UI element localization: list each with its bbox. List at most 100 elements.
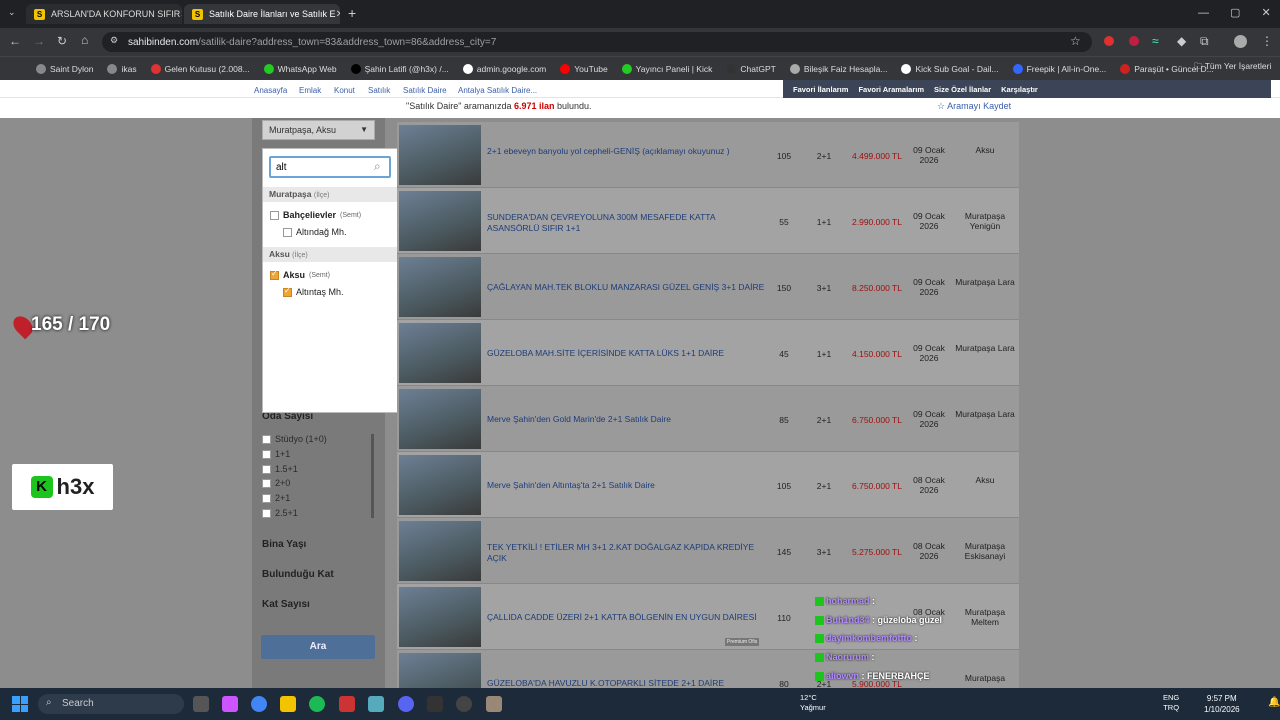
listing-thumbnail[interactable] (399, 455, 481, 515)
room-option[interactable]: 2+0 (262, 478, 290, 488)
listing-thumbnail[interactable] (399, 521, 481, 581)
listing-thumbnail[interactable] (399, 257, 481, 317)
breadcrumb-item[interactable]: Konut (334, 86, 355, 95)
bookmark-item[interactable]: Yayıncı Paneli | Kick (621, 63, 712, 74)
listing-row[interactable]: Merve Şahin'den Gold Marin'de 2+1 Satılı… (397, 386, 1019, 452)
room-option[interactable]: 1.5+1 (262, 464, 298, 474)
bookmark-item[interactable]: ChatGPT (726, 63, 776, 74)
weather-widget[interactable]: 12°C Yağmur (800, 693, 826, 713)
listing-row[interactable]: TEK YETKİLİ ! ETİLER MH 3+1 2.KAT DOĞALG… (397, 518, 1019, 584)
all-bookmarks[interactable]: 🗀 Tüm Yer İşaretleri (1194, 61, 1271, 75)
listing-title[interactable]: TEK YETKİLİ ! ETİLER MH 3+1 2.KAT DOĞALG… (487, 542, 767, 564)
bookmark-item[interactable]: YouTube (560, 63, 608, 74)
listing-row[interactable]: GÜZELOBA MAH.SİTE İÇERİSİNDE KATTA LÜKS … (397, 320, 1019, 386)
district-option[interactable]: Bahçelievler (Semt) (270, 210, 361, 220)
discord-icon[interactable] (398, 696, 414, 712)
chrome-icon[interactable] (251, 696, 267, 712)
tab-2[interactable]: S Satılık Daire İlanları ve Satılık E ✕ (184, 4, 340, 24)
listing-thumbnail[interactable] (399, 323, 481, 383)
app-icon[interactable] (222, 696, 238, 712)
listing-title[interactable]: Merve Şahin'den Altıntaş'ta 2+1 Satılık … (487, 480, 767, 491)
listing-title[interactable]: GÜZELOBA MAH.SİTE İÇERİSİNDE KATTA LÜKS … (487, 348, 767, 359)
listing-row[interactable]: SUNDERA'DAN ÇEVREYOLUNA 300M MESAFEDE KA… (397, 188, 1019, 254)
site-info-icon[interactable]: ⚙ (110, 35, 118, 46)
bookmark-item[interactable]: Kick Sub Goal - Dail... (901, 63, 999, 74)
search-button[interactable]: Ara (261, 635, 375, 659)
save-search-link[interactable]: ☆ Aramayı Kaydet (937, 101, 1011, 112)
listing-title[interactable]: ÇALLIDA CADDE ÜZERİ 2+1 KATTA BÖLGENİN E… (487, 612, 767, 623)
listing-title[interactable]: 2+1 ebeveyn banyolu yol cepheli-GENİŞ (a… (487, 146, 767, 157)
extensions-puzzle-icon[interactable]: ⧉ (1200, 34, 1209, 49)
listing-row[interactable]: Merve Şahin'den Altıntaş'ta 2+1 Satılık … (397, 452, 1019, 518)
room-option[interactable]: 2+1 (262, 493, 290, 503)
app-icon[interactable] (339, 696, 355, 712)
bookmark-item[interactable]: admin.google.com (462, 63, 546, 74)
bookmark-item[interactable]: Gelen Kutusu (2.008... (150, 63, 250, 74)
language-indicator[interactable]: ENG TRQ (1163, 693, 1179, 713)
room-option[interactable]: 1+1 (262, 449, 290, 459)
listing-title[interactable]: Merve Şahin'den Gold Marin'de 2+1 Satılı… (487, 414, 767, 425)
listing-thumbnail[interactable] (399, 191, 481, 251)
menu-icon[interactable]: ⋮ (1261, 34, 1273, 48)
folder-icon[interactable] (280, 696, 296, 712)
bookmark-item[interactable]: Freepik | All-in-One... (1012, 63, 1106, 74)
listing-row[interactable]: 2+1 ebeveyn banyolu yol cepheli-GENİŞ (a… (397, 122, 1019, 188)
bookmark-item[interactable]: Saint Dylon (36, 63, 93, 74)
notification-icon[interactable]: 🔔 (1268, 697, 1280, 708)
bookmark-item[interactable]: Şahin Latifi (@h3x) /... (350, 63, 449, 74)
bookmark-item[interactable]: Bileşik Faiz Hesapla... (789, 63, 887, 74)
neighborhood-option[interactable]: Altındağ Mh. (283, 227, 347, 237)
app-icon[interactable] (193, 696, 209, 712)
breadcrumb-item[interactable]: Antalya Satılık Daire... (458, 86, 537, 95)
extension-icon[interactable]: ◆ (1177, 34, 1186, 48)
neighborhood-option[interactable]: Altıntaş Mh. (283, 286, 344, 297)
forward-icon[interactable]: → (33, 34, 45, 48)
close-tab-icon[interactable]: ✕ (180, 9, 182, 20)
floor-count-filter[interactable]: Kat Sayısı (262, 599, 310, 610)
room-option[interactable]: Stüdyo (1+0) (262, 434, 327, 444)
clock[interactable]: 9:57 PM 1/10/2026 (1204, 693, 1240, 715)
room-option[interactable]: 2.5+1 (262, 508, 298, 518)
extension-icon[interactable] (1129, 36, 1139, 46)
district-search-input[interactable]: alt (269, 156, 391, 178)
breadcrumb-item[interactable]: Satılık (368, 86, 390, 95)
special-listings-link[interactable]: Size Özel İlanlar (934, 85, 991, 94)
floor-filter[interactable]: Bulunduğu Kat (262, 569, 334, 580)
extension-icon[interactable] (1104, 36, 1114, 46)
app-icon[interactable] (486, 696, 502, 712)
district-select[interactable]: Muratpaşa, Aksu ▼ (262, 120, 375, 140)
address-bar[interactable]: sahibinden.com/satilik-daire?address_tow… (102, 32, 1092, 52)
bookmark-star-icon[interactable]: ☆ (1070, 34, 1081, 48)
favorite-searches-link[interactable]: Favori Aramalarım (858, 85, 924, 94)
back-icon[interactable]: ← (9, 34, 21, 48)
building-age-filter[interactable]: Bina Yaşı (262, 539, 306, 550)
listing-thumbnail[interactable] (399, 587, 481, 647)
close-tab-icon[interactable]: ✕ (336, 9, 340, 20)
reload-icon[interactable]: ↻ (57, 34, 67, 48)
spotify-icon[interactable] (309, 696, 325, 712)
listing-title[interactable]: SUNDERA'DAN ÇEVREYOLUNA 300M MESAFEDE KA… (487, 212, 767, 234)
favorite-listings-link[interactable]: Favori İlanlarım (793, 85, 848, 94)
extension-icon[interactable]: ≈ (1152, 34, 1159, 48)
listing-title[interactable]: ÇAĞLAYAN MAH.TEK BLOKLU MANZARASI GÜZEL … (487, 282, 767, 293)
windows-start-icon[interactable] (12, 696, 28, 712)
tab-list-icon[interactable]: ⌄ (8, 7, 16, 18)
app-icon[interactable] (456, 696, 472, 712)
app-icon[interactable] (368, 696, 384, 712)
listing-thumbnail[interactable] (399, 125, 481, 185)
room-list-scrollbar[interactable] (371, 434, 374, 518)
listing-thumbnail[interactable] (399, 389, 481, 449)
profile-avatar[interactable] (1234, 35, 1247, 48)
bookmark-item[interactable]: ikas (107, 63, 137, 74)
listing-row[interactable]: ÇAĞLAYAN MAH.TEK BLOKLU MANZARASI GÜZEL … (397, 254, 1019, 320)
bookmark-item[interactable]: WhatsApp Web (263, 63, 337, 74)
tab-1[interactable]: S ARSLAN'DA KONFORUN SIFIR✕ (26, 4, 182, 24)
compare-link[interactable]: Karşılaştır (1001, 85, 1038, 94)
taskbar-search[interactable]: Search (38, 694, 184, 714)
district-option[interactable]: Aksu(Semt) (270, 269, 330, 280)
breadcrumb-item[interactable]: Anasayfa (254, 86, 287, 95)
app-icon[interactable] (427, 696, 443, 712)
new-tab-button[interactable]: + (348, 5, 356, 21)
breadcrumb-item[interactable]: Emlak (299, 86, 321, 95)
breadcrumb-item[interactable]: Satılık Daire (403, 86, 447, 95)
